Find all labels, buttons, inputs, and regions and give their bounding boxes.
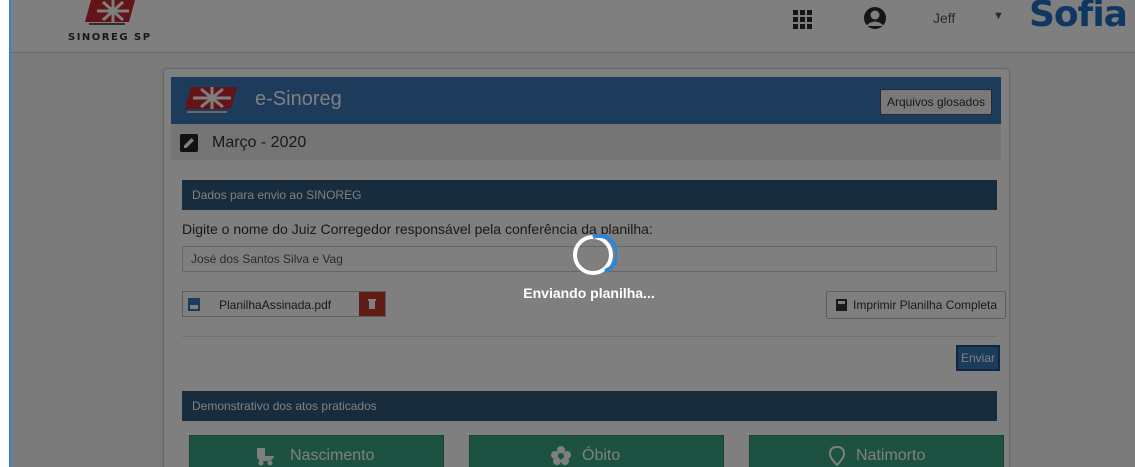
- spinner-icon: [573, 233, 617, 275]
- loading-text: Enviando planilha...: [523, 285, 655, 301]
- loading-overlay: Enviando planilha...: [11, 0, 1135, 467]
- app-window: SINOREG SP Jeff ▼ Sofia e-Sinoreg Arq: [9, 0, 1135, 467]
